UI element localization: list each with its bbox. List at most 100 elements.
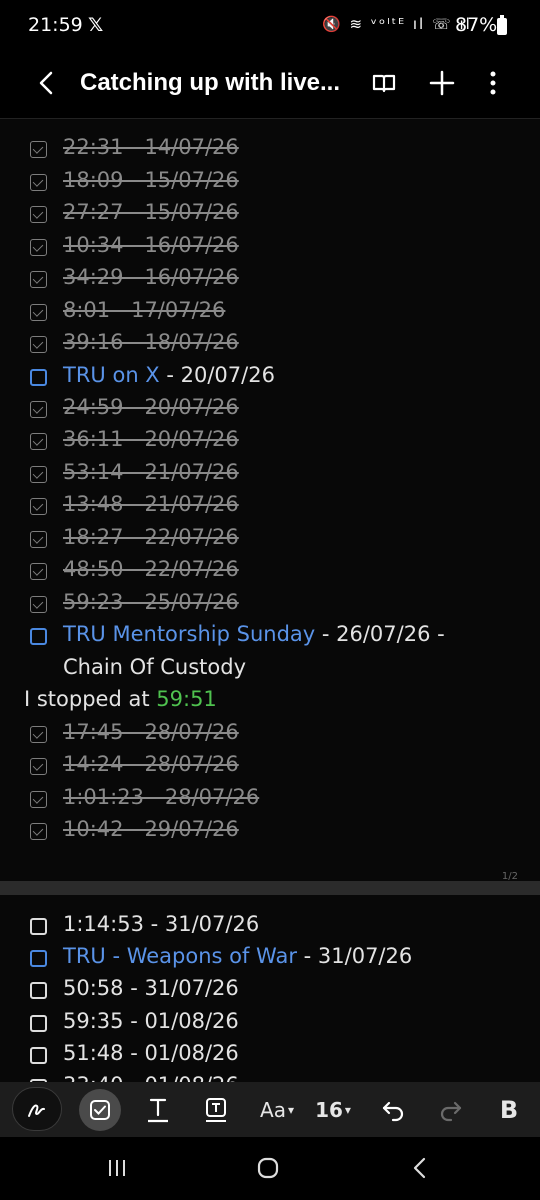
checkbox-icon[interactable]: [79, 1089, 121, 1131]
item-text[interactable]: 13:48 - 21/07/26: [63, 492, 239, 516]
item-link[interactable]: TRU - Weapons of War: [63, 944, 297, 968]
item-text[interactable]: 53:14 - 21/07/26: [63, 460, 239, 484]
home-icon[interactable]: [253, 1153, 283, 1183]
item-text[interactable]: 24:59 - 20/07/26: [63, 395, 239, 419]
back-nav-icon[interactable]: [405, 1153, 435, 1183]
checked-checkbox-icon[interactable]: [30, 304, 47, 321]
item-date[interactable]: - 31/07/26: [297, 944, 413, 968]
more-icon[interactable]: [476, 66, 510, 100]
item-text[interactable]: 22:31 - 14/07/26: [63, 135, 239, 159]
item-text[interactable]: 27:27 - 15/07/26: [63, 200, 239, 224]
checked-checkbox-icon[interactable]: [30, 336, 47, 353]
unchecked-checkbox-icon[interactable]: [30, 982, 47, 999]
unchecked-checkbox-icon[interactable]: [30, 1015, 47, 1032]
dropdown-caret-icon: ▾: [344, 1103, 351, 1117]
recent-apps-icon[interactable]: [102, 1153, 132, 1183]
item-text[interactable]: 18:27 - 22/07/26: [63, 525, 239, 549]
checklist-item: 59:35 - 01/08/26: [0, 1009, 540, 1041]
text-style-icon[interactable]: [140, 1089, 176, 1131]
item-text: TRU - Weapons of War - 31/07/26: [63, 944, 412, 968]
item-text[interactable]: 1:14:53 - 31/07/26: [63, 912, 259, 936]
checklist-item: 53:14 - 21/07/26: [0, 460, 540, 492]
text-box-icon[interactable]: [198, 1089, 234, 1131]
checked-checkbox-icon[interactable]: [30, 498, 47, 515]
battery-percent: 87%: [455, 14, 498, 36]
pen-icon[interactable]: [12, 1087, 62, 1131]
checked-checkbox-icon[interactable]: [30, 726, 47, 743]
unchecked-checkbox-icon[interactable]: [30, 1047, 47, 1064]
back-icon[interactable]: [30, 66, 64, 100]
unchecked-checkbox-icon[interactable]: [30, 369, 47, 386]
note-page-2[interactable]: 1:14:53 - 31/07/26 TRU - Weapons of War …: [0, 895, 540, 1082]
note-page-1[interactable]: 22:31 - 14/07/26 18:09 - 15/07/26 27:27 …: [0, 119, 540, 882]
redo-icon[interactable]: [434, 1089, 468, 1131]
item-text[interactable]: 1:01:23 - 28/07/26: [63, 785, 259, 809]
unchecked-checkbox-icon[interactable]: [30, 628, 47, 645]
checked-checkbox-icon[interactable]: [30, 271, 47, 288]
bold-button[interactable]: B: [492, 1089, 526, 1131]
battery-icon: [497, 15, 507, 35]
item-text[interactable]: 36:11 - 20/07/26: [63, 427, 239, 451]
checklist-item: 18:09 - 15/07/26: [0, 168, 540, 200]
item-text[interactable]: 33:40 - 01/08/26: [63, 1073, 239, 1082]
checklist-item: 39:16 - 18/07/26: [0, 330, 540, 362]
font-style-dropdown[interactable]: Aa ▾: [252, 1089, 302, 1131]
item-text[interactable]: 50:58 - 31/07/26: [63, 976, 239, 1000]
checked-checkbox-icon[interactable]: [30, 141, 47, 158]
item-text[interactable]: 10:34 - 16/07/26: [63, 233, 239, 257]
checked-checkbox-icon[interactable]: [30, 206, 47, 223]
checklist-item: 36:11 - 20/07/26: [0, 427, 540, 459]
checked-checkbox-icon[interactable]: [30, 563, 47, 580]
item-text: TRU Mentorship Sunday - 26/07/26 -: [63, 622, 445, 646]
item-date[interactable]: - 20/07/26: [160, 363, 275, 387]
checklist-item: 34:29 - 16/07/26: [0, 265, 540, 297]
item-text[interactable]: 51:48 - 01/08/26: [63, 1041, 239, 1065]
item-text[interactable]: 18:09 - 15/07/26: [63, 168, 239, 192]
font-size-dropdown[interactable]: 16 ▾: [310, 1089, 356, 1131]
checklist-item: TRU on X - 20/07/26: [0, 363, 540, 395]
add-icon[interactable]: [425, 66, 459, 100]
checklist-item: TRU - Weapons of War - 31/07/26: [0, 944, 540, 976]
item-text[interactable]: 48:50 - 22/07/26: [63, 557, 239, 581]
checklist-item: 50:58 - 31/07/26: [0, 976, 540, 1008]
checked-checkbox-icon[interactable]: [30, 174, 47, 191]
note-title[interactable]: Catching up with live...: [80, 69, 350, 97]
item-text[interactable]: 59:35 - 01/08/26: [63, 1009, 239, 1033]
item-text-continuation[interactable]: Chain Of Custody: [63, 655, 246, 679]
item-text[interactable]: 17:45 - 28/07/26: [63, 720, 239, 744]
app-bar: Catching up with live...: [0, 52, 540, 118]
item-text[interactable]: 59:23 - 25/07/26: [63, 590, 239, 614]
book-icon[interactable]: [367, 66, 401, 100]
checked-checkbox-icon[interactable]: [30, 791, 47, 808]
item-link[interactable]: TRU Mentorship Sunday: [63, 622, 315, 646]
item-text: TRU on X - 20/07/26: [63, 363, 275, 387]
checklist-item: 10:42 - 29/07/26: [0, 817, 540, 849]
undo-icon[interactable]: [376, 1089, 410, 1131]
checklist-item: 27:27 - 15/07/26: [0, 200, 540, 232]
item-link[interactable]: TRU on X: [63, 363, 160, 387]
checklist-item: 17:45 - 28/07/26: [0, 720, 540, 752]
item-text[interactable]: 34:29 - 16/07/26: [63, 265, 239, 289]
item-text[interactable]: 8:01 - 17/07/26: [63, 298, 225, 322]
item-text[interactable]: 14:24 - 28/07/26: [63, 752, 239, 776]
checked-checkbox-icon[interactable]: [30, 466, 47, 483]
status-bar: 21:59 𝕏 🔇 ≋ ᵛᵒˡᵗᴱ ıl ☏ ıl 87%: [0, 0, 540, 52]
checked-checkbox-icon[interactable]: [30, 239, 47, 256]
item-text[interactable]: 10:42 - 29/07/26: [63, 817, 239, 841]
checked-checkbox-icon[interactable]: [30, 823, 47, 840]
unchecked-checkbox-icon[interactable]: [30, 918, 47, 935]
unchecked-checkbox-icon[interactable]: [30, 950, 47, 967]
item-text[interactable]: 39:16 - 18/07/26: [63, 330, 239, 354]
checked-checkbox-icon[interactable]: [30, 401, 47, 418]
checked-checkbox-icon[interactable]: [30, 433, 47, 450]
checklist-item: 22:31 - 14/07/26: [0, 135, 540, 167]
checked-checkbox-icon[interactable]: [30, 758, 47, 775]
checked-checkbox-icon[interactable]: [30, 531, 47, 548]
checked-checkbox-icon[interactable]: [30, 596, 47, 613]
stopped-at-text[interactable]: I stopped at 59:51: [24, 687, 217, 711]
item-date[interactable]: - 26/07/26 -: [315, 622, 445, 646]
checklist-item: 18:27 - 22/07/26: [0, 525, 540, 557]
system-nav-bar: [0, 1137, 540, 1200]
checklist-item: 13:48 - 21/07/26: [0, 492, 540, 524]
x-notification-icon: 𝕏: [88, 14, 104, 36]
